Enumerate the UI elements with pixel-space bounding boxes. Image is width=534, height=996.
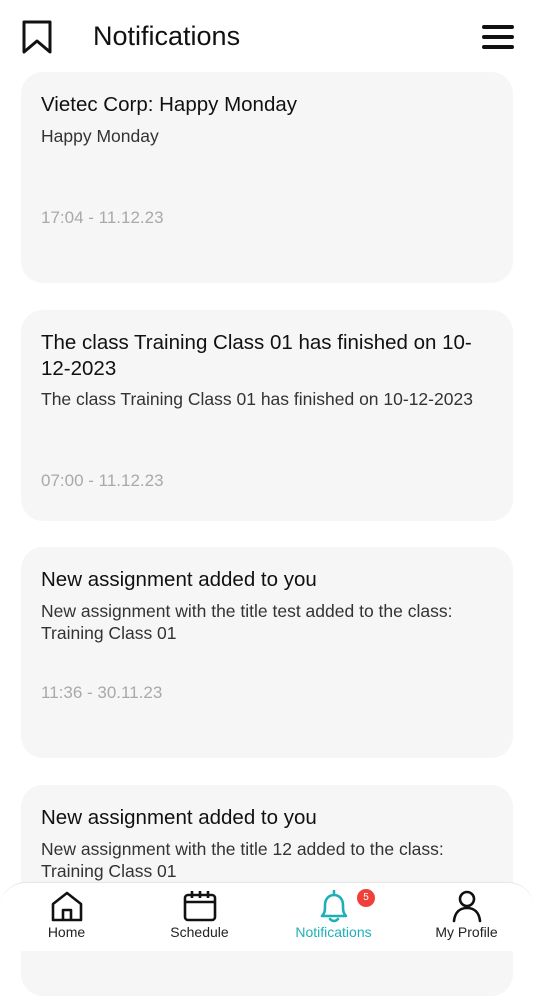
- notification-card[interactable]: New assignment added to you New assignme…: [21, 547, 513, 758]
- notification-body: New assignment with the title test added…: [41, 601, 453, 643]
- tab-label: Home: [47, 924, 86, 940]
- notification-body: New assignment with the title 12 added t…: [41, 839, 444, 881]
- notification-time: 07:00 - 11.12.23: [41, 471, 164, 490]
- calendar-icon: [183, 891, 216, 922]
- bell-icon: [320, 889, 347, 923]
- notification-count-badge: 5: [357, 889, 375, 907]
- home-icon: [51, 891, 82, 922]
- page-title: Notifications: [93, 21, 241, 51]
- notification-title: New assignment added to you: [41, 568, 317, 591]
- tab-label: Notifications: [295, 924, 372, 940]
- tab-my-profile[interactable]: My Profile: [400, 883, 533, 951]
- notification-card[interactable]: Vietec Corp: Happy Monday Happy Monday 1…: [21, 72, 513, 283]
- tab-notifications[interactable]: Notifications: [267, 883, 400, 951]
- tab-schedule[interactable]: Schedule: [133, 883, 266, 951]
- app-header: Notifications: [0, 0, 534, 72]
- bookmark-icon[interactable]: [21, 20, 53, 54]
- notification-body: The class Training Class 01 has finished…: [41, 389, 473, 409]
- tab-label: Schedule: [170, 924, 229, 940]
- tab-home[interactable]: Home: [0, 883, 133, 951]
- notification-time: 17:04 - 11.12.23: [41, 208, 164, 227]
- tab-label: My Profile: [435, 924, 498, 940]
- notification-card[interactable]: The class Training Class 01 has finished…: [21, 310, 513, 521]
- user-icon: [452, 890, 481, 923]
- notification-title: New assignment added to you: [41, 806, 317, 829]
- notification-body: Happy Monday: [41, 126, 159, 146]
- hamburger-menu-icon[interactable]: [480, 22, 516, 52]
- notification-title: Vietec Corp: Happy Monday: [41, 93, 298, 116]
- bottom-tab-bar: Home Schedule Notifications My Profile: [0, 882, 534, 951]
- notification-time: 11:36 - 30.11.23: [41, 683, 163, 702]
- notification-title: The class Training Class 01 has finished…: [41, 331, 472, 380]
